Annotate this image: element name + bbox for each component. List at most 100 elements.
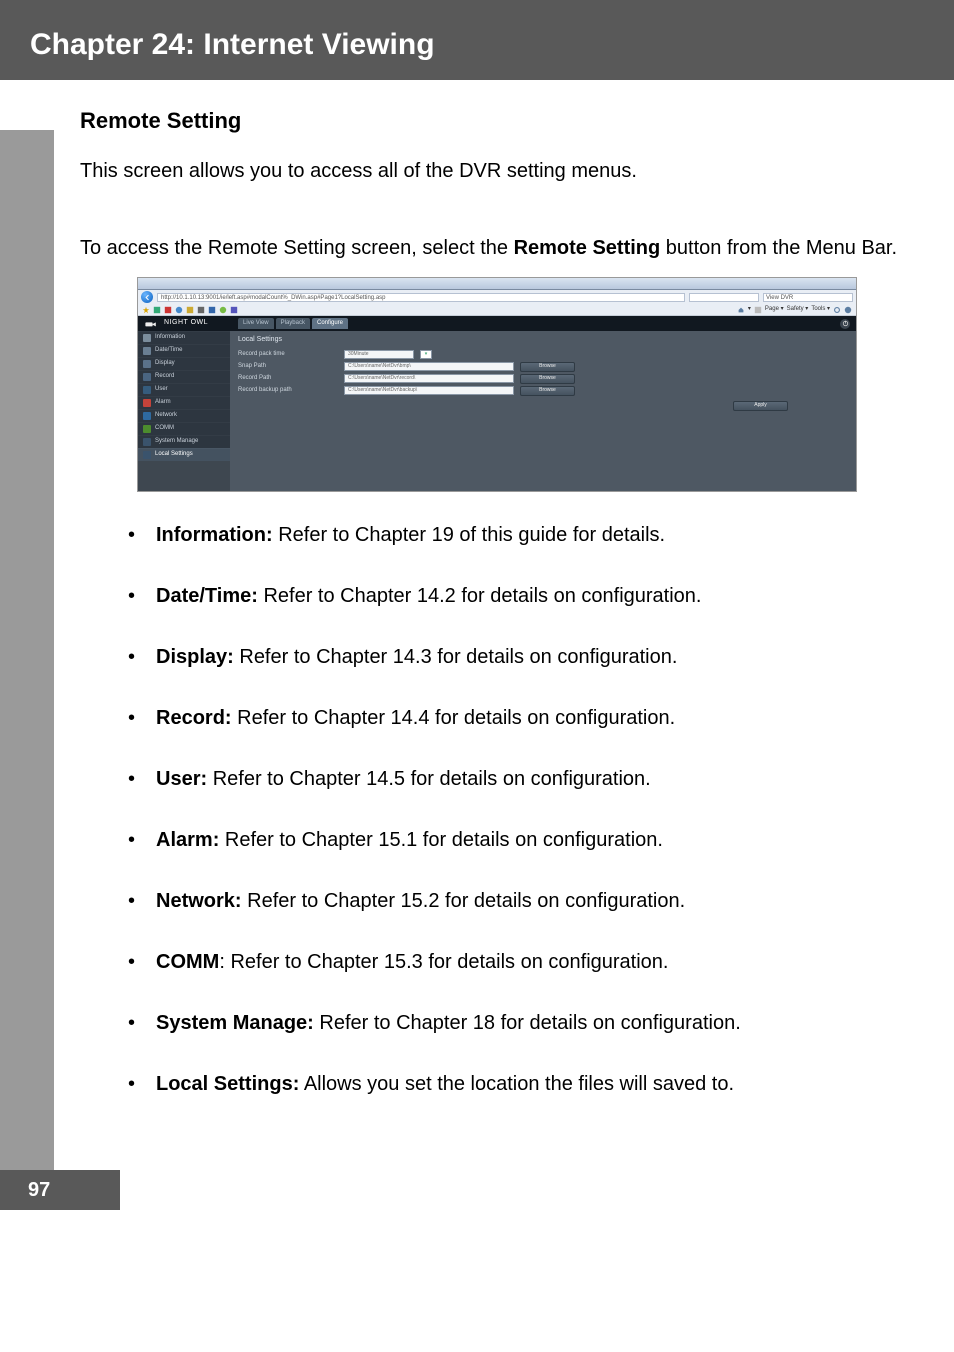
app-body: InformationDate/Time Display RecordUserAla…: [138, 331, 856, 491]
sidebar-item-network[interactable]: Network: [138, 409, 230, 422]
intro-text-pre: To access the Remote Setting screen, sel…: [80, 237, 514, 259]
camera-logo-icon: [144, 320, 158, 328]
dvr-app: NIGHT OWL Live View Playback Configure I…: [138, 316, 856, 491]
path-input[interactable]: C:\Users\name\NetDvr\backup\: [344, 386, 514, 395]
bullet-term: Network:: [156, 890, 242, 912]
intro-paragraph-2: To access the Remote Setting screen, sel…: [80, 229, 914, 267]
sidebar-item-icon: [143, 334, 151, 342]
browse-button[interactable]: Browse: [520, 374, 575, 384]
bullet-description: Refer to Chapter 18 for details on confi…: [314, 1012, 741, 1034]
tab-configure[interactable]: Configure: [312, 318, 348, 329]
path-input[interactable]: C:\Users\name\NetDvr\record\: [344, 374, 514, 383]
sidebar-item-date-time[interactable]: Date/Time: [138, 344, 230, 357]
bullet-item: COMM: Refer to Chapter 15.3 for details …: [128, 947, 914, 978]
bullet-item: Information: Refer to Chapter 19 of this…: [128, 520, 914, 551]
tab-playback[interactable]: Playback: [276, 318, 310, 329]
arrow-left-icon: [144, 294, 151, 301]
chapter-header: Chapter 24: Internet Viewing: [0, 0, 954, 80]
left-margin-stripe: [0, 130, 54, 1210]
sidebar-item-icon: [143, 386, 151, 394]
chevron-down-icon[interactable]: ▾: [420, 350, 432, 359]
ie-menu-safety[interactable]: Safety ▾: [787, 305, 809, 314]
bullet-description: Refer to Chapter 14.4 for details on con…: [232, 707, 676, 729]
settings-field-label: Record pack time: [238, 350, 338, 359]
ie-menu-tools[interactable]: Tools ▾: [811, 305, 830, 314]
document-page: Chapter 24: Internet Viewing Remote Sett…: [0, 0, 954, 1210]
feeds-icon[interactable]: [754, 306, 762, 314]
bullet-term: Alarm:: [156, 829, 219, 851]
settings-row: Record PathC:\Users\name\NetDvr\record\B…: [238, 373, 848, 385]
bullet-list: Information: Refer to Chapter 19 of this…: [80, 520, 914, 1100]
window-titlebar: [138, 278, 856, 290]
browser-url-field[interactable]: http://10.1.10.13:9001/ie/left.asp#modal…: [157, 293, 685, 302]
sidebar-item-user[interactable]: User: [138, 383, 230, 396]
bullet-term: COMM: [156, 951, 219, 973]
intro-paragraph-1: This screen allows you to access all of …: [80, 156, 914, 187]
intro-text-post: button from the Menu Bar.: [660, 237, 897, 259]
help-icon[interactable]: [844, 306, 852, 314]
gear-icon[interactable]: [833, 306, 841, 314]
content-area: Remote Setting This screen allows you to…: [0, 80, 954, 1210]
bullet-term: Record:: [156, 707, 232, 729]
favorite-icon: [186, 306, 194, 314]
sidebar-item-local-settings[interactable]: Local Settings: [138, 448, 230, 461]
path-input[interactable]: C:\Users\name\NetDvr\bmp\: [344, 362, 514, 371]
settings-row: Record backup pathC:\Users\name\NetDvr\b…: [238, 385, 848, 397]
bullet-description: Refer to Chapter 19 of this guide for de…: [273, 524, 665, 546]
power-button[interactable]: [840, 319, 850, 329]
sidebar-item-icon: [143, 451, 151, 459]
bullet-term: System Manage:: [156, 1012, 314, 1034]
ie-menu-page[interactable]: Page ▾: [765, 305, 784, 314]
bullet-term: Display:: [156, 646, 234, 668]
chapter-title: Chapter 24: Internet Viewing: [30, 28, 924, 62]
sidebar-empty-area: [138, 461, 230, 491]
sidebar-item-display[interactable]: Display: [138, 357, 230, 370]
bullet-item: Record: Refer to Chapter 14.4 for detail…: [128, 703, 914, 734]
browse-button[interactable]: Browse: [520, 362, 575, 372]
bullet-item: Alarm: Refer to Chapter 15.1 for details…: [128, 825, 914, 856]
browser-favorites-bar: ▾ Page ▾ Safety ▾ Tools ▾: [138, 304, 856, 316]
bullet-description: Refer to Chapter 15.2 for details on con…: [242, 890, 686, 912]
sidebar-item-comm[interactable]: COMM: [138, 422, 230, 435]
sidebar-item-record[interactable]: Record: [138, 370, 230, 383]
sidebar-item-label: Display: [155, 359, 175, 368]
page-number: 97: [0, 1170, 120, 1210]
power-icon: [842, 320, 849, 327]
bullet-item: Date/Time: Refer to Chapter 14.2 for det…: [128, 581, 914, 612]
favorite-icon: [208, 306, 216, 314]
apply-button[interactable]: Apply: [733, 401, 788, 411]
sidebar-item-icon: [143, 373, 151, 381]
favorite-icon: [164, 306, 172, 314]
browser-search-field[interactable]: [689, 293, 759, 302]
settings-field-label: Snap Path: [238, 362, 338, 371]
home-icon[interactable]: [737, 306, 745, 314]
bullet-term: Local Settings:: [156, 1073, 299, 1095]
sidebar-item-information[interactable]: Information: [138, 331, 230, 344]
panel-title: Local Settings: [238, 335, 848, 346]
sidebar-item-icon: [143, 360, 151, 368]
bullet-description: Refer to Chapter 14.3 for details on con…: [234, 646, 678, 668]
sidebar-item-alarm[interactable]: Alarm: [138, 396, 230, 409]
bullet-description: : Refer to Chapter 15.3 for details on c…: [219, 951, 668, 973]
favorite-icon: [197, 306, 205, 314]
record-pack-time-select[interactable]: 30Minute: [344, 350, 414, 359]
bullet-item: Network: Refer to Chapter 15.2 for detai…: [128, 886, 914, 917]
browse-button[interactable]: Browse: [520, 386, 575, 396]
bullet-description: Refer to Chapter 14.5 for details on con…: [207, 768, 651, 790]
tab-live-view[interactable]: Live View: [238, 318, 274, 329]
app-tabs: Live View Playback Configure: [238, 318, 348, 329]
bullet-description: Refer to Chapter 14.2 for details on con…: [258, 585, 702, 607]
browser-back-button[interactable]: [141, 291, 153, 303]
bullet-item: User: Refer to Chapter 14.5 for details …: [128, 764, 914, 795]
bullet-term: User:: [156, 768, 207, 790]
sidebar-item-icon: [143, 438, 151, 446]
settings-row: Snap Path C:\Users\name\NetDvr\bmp\ Browse: [238, 361, 848, 373]
bullet-item: System Manage: Refer to Chapter 18 for d…: [128, 1008, 914, 1039]
sidebar-item-label: Network: [155, 411, 177, 420]
browser-page-tab[interactable]: View DVR: [763, 293, 853, 302]
sidebar-item-label: Local Settings: [155, 450, 193, 459]
sidebar-item-label: COMM: [155, 424, 174, 433]
favorite-icon: [219, 306, 227, 314]
sidebar-item-system-manage[interactable]: System Manage: [138, 435, 230, 448]
brand-label: NIGHT OWL: [164, 318, 208, 329]
